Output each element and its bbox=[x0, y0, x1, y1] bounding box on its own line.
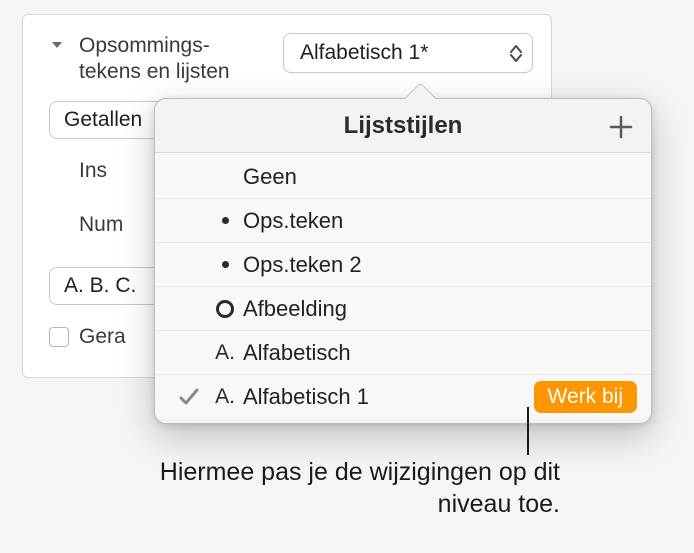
list-style-value: Alfabetisch 1* bbox=[300, 41, 428, 65]
letter-icon: A. bbox=[215, 385, 235, 409]
checkbox-label: Gera bbox=[79, 325, 126, 349]
bullets-lists-label: Opsommings- tekens en lijsten bbox=[79, 33, 269, 85]
plus-icon bbox=[608, 114, 634, 140]
letter-icon: A. bbox=[215, 341, 235, 365]
disclosure-triangle[interactable] bbox=[49, 37, 65, 53]
checkmark-icon bbox=[171, 386, 207, 408]
item-label: Geen bbox=[243, 164, 637, 190]
popover-header: Lijststijlen bbox=[155, 99, 651, 153]
bullet-icon bbox=[222, 217, 229, 224]
list-item-bullet[interactable]: Ops.teken bbox=[155, 199, 651, 243]
abc-value: A. B. C. bbox=[64, 274, 136, 298]
list-item-alpha[interactable]: A. Alfabetisch bbox=[155, 331, 651, 375]
item-label: Alfabetisch 1 bbox=[243, 384, 534, 410]
callout-line bbox=[527, 407, 529, 455]
updown-icon bbox=[510, 45, 522, 62]
style-list: Geen Ops.teken Ops.teken 2 Afbeelding A.… bbox=[155, 153, 651, 423]
item-label: Afbeelding bbox=[243, 296, 637, 322]
item-label: Alfabetisch bbox=[243, 340, 637, 366]
list-style-select[interactable]: Alfabetisch 1* bbox=[283, 33, 533, 73]
callout-text: Hiermee pas je de wijzigingen op dit niv… bbox=[140, 456, 560, 520]
list-type-value: Getallen bbox=[64, 108, 142, 132]
abc-select[interactable]: A. B. C. bbox=[49, 267, 169, 305]
list-styles-popover: Lijststijlen Geen Ops.teken Ops.teken 2 bbox=[154, 98, 652, 424]
circle-icon bbox=[216, 300, 234, 318]
list-item-image[interactable]: Afbeelding bbox=[155, 287, 651, 331]
list-type-select[interactable]: Getallen bbox=[49, 101, 169, 139]
list-item-none[interactable]: Geen bbox=[155, 155, 651, 199]
tiered-checkbox[interactable] bbox=[49, 327, 69, 347]
popover-title: Lijststijlen bbox=[344, 112, 463, 140]
add-style-button[interactable] bbox=[607, 113, 635, 141]
item-label: Ops.teken 2 bbox=[243, 252, 637, 278]
bullet-icon bbox=[222, 261, 229, 268]
list-item-alpha1[interactable]: A. Alfabetisch 1 Werk bij bbox=[155, 375, 651, 419]
bullets-lists-row: Opsommings- tekens en lijsten Alfabetisc… bbox=[49, 33, 533, 85]
list-item-bullet2[interactable]: Ops.teken 2 bbox=[155, 243, 651, 287]
item-label: Ops.teken bbox=[243, 208, 637, 234]
update-button[interactable]: Werk bij bbox=[534, 381, 637, 413]
